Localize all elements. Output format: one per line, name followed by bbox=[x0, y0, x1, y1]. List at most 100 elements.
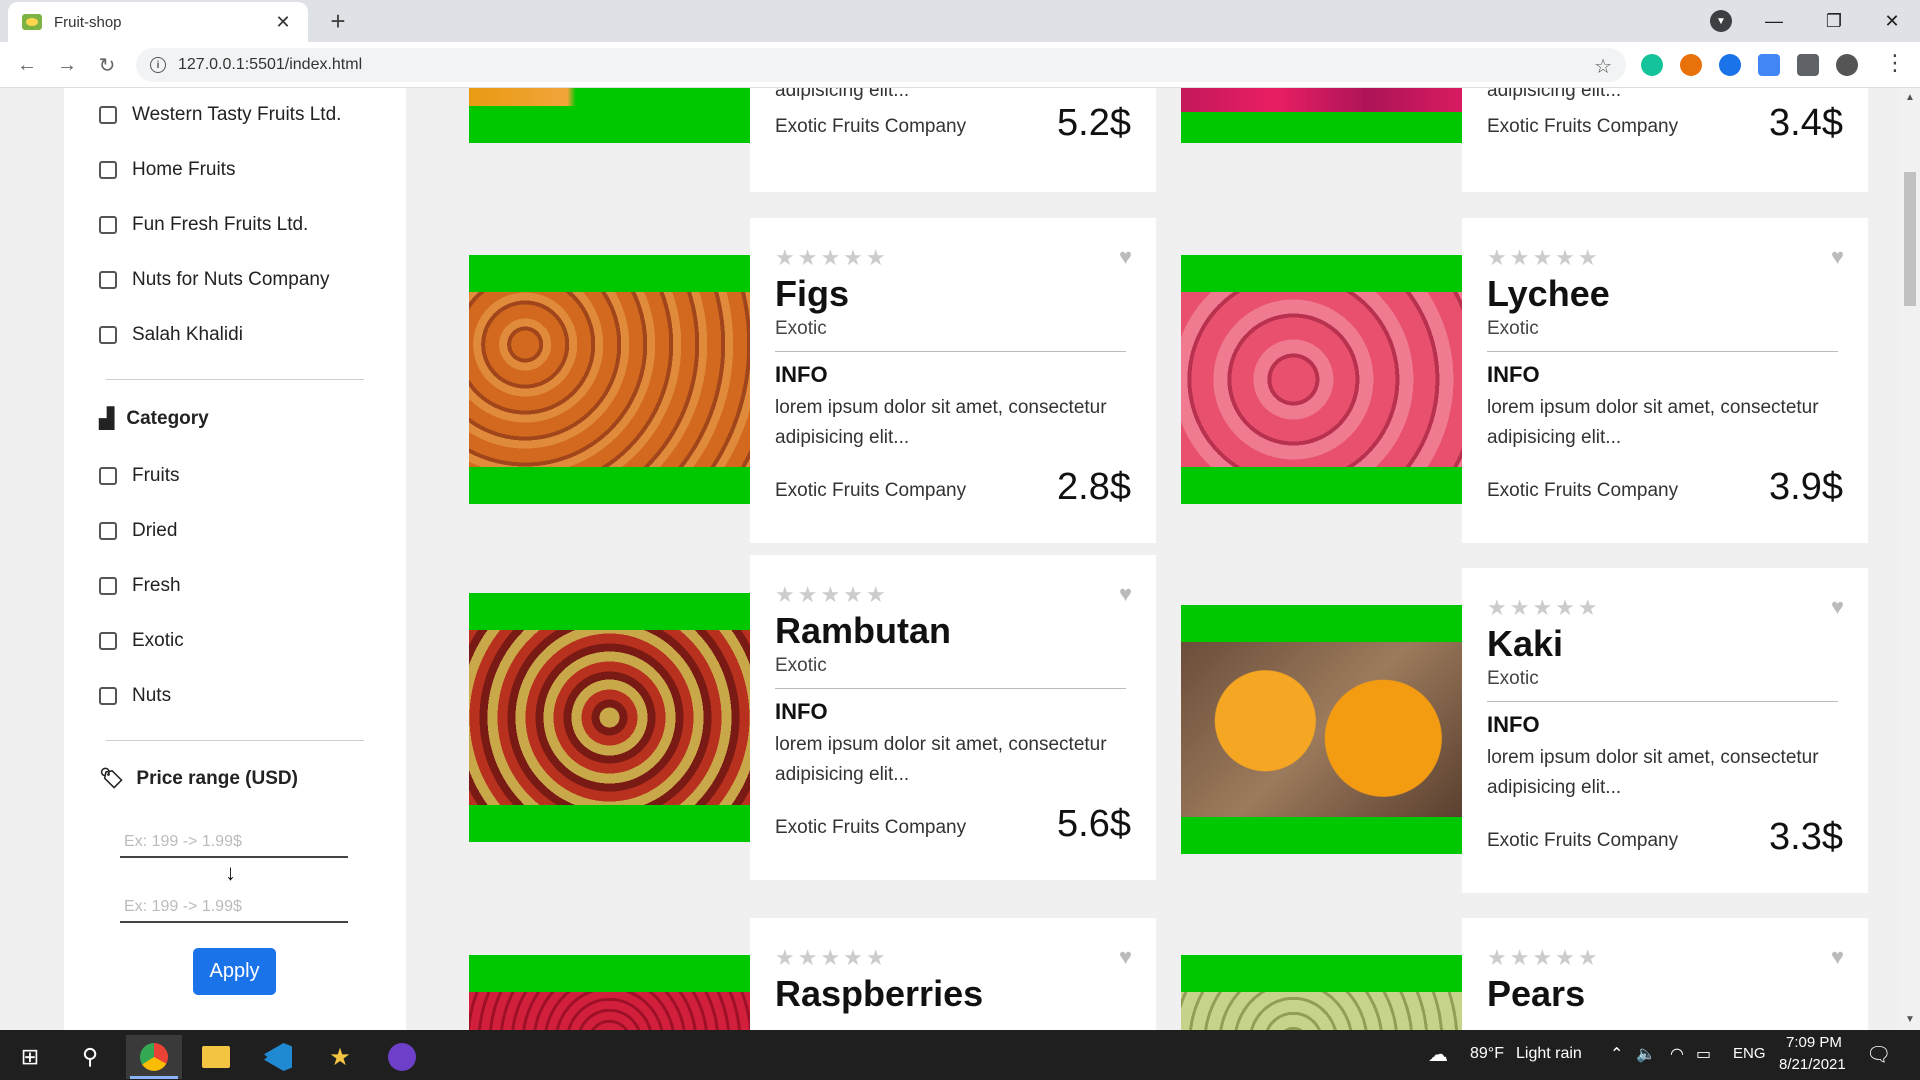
product-image-figs[interactable] bbox=[469, 255, 750, 504]
star-app-icon[interactable]: ★ bbox=[312, 1035, 368, 1079]
url-text: 127.0.0.1:5501/index.html bbox=[178, 56, 363, 73]
favorite-heart-icon[interactable]: ♥ bbox=[1119, 944, 1132, 970]
category-filter-fresh[interactable]: Fresh bbox=[99, 575, 181, 597]
extension-icon[interactable] bbox=[1680, 54, 1702, 76]
grammarly-extension-icon[interactable] bbox=[1641, 54, 1663, 76]
address-bar[interactable]: i 127.0.0.1:5501/index.html ☆ bbox=[136, 48, 1626, 82]
rating-stars[interactable]: ★★★★★ bbox=[775, 945, 889, 971]
clock-date[interactable]: 8/21/2021 bbox=[1779, 1056, 1846, 1073]
product-image-kaki[interactable] bbox=[1181, 605, 1462, 854]
product-company: Exotic Fruits Company bbox=[775, 817, 967, 838]
checkbox-label: Salah Khalidi bbox=[132, 324, 243, 345]
chrome-taskbar-icon[interactable] bbox=[126, 1035, 182, 1079]
product-image-lychee[interactable] bbox=[1181, 255, 1462, 504]
windows-start-icon[interactable]: ⊞ bbox=[2, 1035, 58, 1079]
category-filter-exotic[interactable]: Exotic bbox=[99, 630, 184, 652]
tab-search-icon[interactable]: ▼ bbox=[1710, 10, 1732, 32]
close-tab-icon[interactable]: ✕ bbox=[272, 12, 294, 33]
product-company: Exotic Fruits Company bbox=[1487, 830, 1679, 851]
product-company: Exotic Fruits Company bbox=[1487, 116, 1679, 137]
product-image-pears[interactable] bbox=[1181, 955, 1462, 1030]
checkbox-label: Exotic bbox=[132, 630, 184, 651]
apply-button[interactable]: Apply bbox=[193, 948, 276, 995]
info-label: INFO bbox=[1487, 362, 1540, 387]
product-name: Rambutan bbox=[775, 610, 952, 651]
vscode-icon[interactable] bbox=[250, 1035, 306, 1079]
profile-avatar[interactable] bbox=[1836, 54, 1858, 76]
checkbox[interactable] bbox=[99, 632, 117, 650]
product-image-partial[interactable] bbox=[469, 88, 750, 143]
favorite-heart-icon[interactable]: ♥ bbox=[1119, 581, 1132, 607]
favorite-heart-icon[interactable]: ♥ bbox=[1119, 244, 1132, 270]
checkbox[interactable] bbox=[99, 577, 117, 595]
checkbox[interactable] bbox=[99, 161, 117, 179]
translate-extension-icon[interactable] bbox=[1758, 54, 1780, 76]
search-icon[interactable]: ⚲ bbox=[62, 1035, 118, 1079]
checkbox[interactable] bbox=[99, 326, 117, 344]
scroll-up-arrow-icon[interactable]: ▲ bbox=[1905, 92, 1915, 103]
browser-tab[interactable]: Fruit-shop ✕ bbox=[8, 2, 308, 42]
checkbox[interactable] bbox=[99, 271, 117, 289]
chevron-up-icon[interactable]: ⌃ bbox=[1610, 1044, 1623, 1064]
battery-icon[interactable]: ▭ bbox=[1696, 1044, 1711, 1064]
back-arrow-icon[interactable]: ← bbox=[12, 50, 42, 80]
weather-temp[interactable]: 89°F bbox=[1470, 1045, 1504, 1063]
checkbox[interactable] bbox=[99, 106, 117, 124]
max-price-input[interactable] bbox=[120, 893, 348, 923]
reload-icon[interactable]: ↻ bbox=[92, 50, 122, 80]
product-image-raspberries[interactable] bbox=[469, 955, 750, 1030]
favorite-heart-icon[interactable]: ♥ bbox=[1831, 594, 1844, 620]
product-company: Exotic Fruits Company bbox=[775, 116, 967, 137]
github-desktop-icon[interactable] bbox=[374, 1035, 430, 1079]
checkbox[interactable] bbox=[99, 522, 117, 540]
restore-icon[interactable]: ❐ bbox=[1806, 0, 1862, 42]
checkbox-label: Fun Fresh Fruits Ltd. bbox=[132, 214, 309, 235]
rating-stars[interactable]: ★★★★★ bbox=[775, 582, 889, 608]
price-title: Price range (USD) bbox=[136, 767, 298, 789]
bookmark-star-icon[interactable]: ☆ bbox=[1594, 54, 1612, 79]
product-image-rambutan[interactable] bbox=[469, 593, 750, 842]
company-filter-western[interactable]: Western Tasty Fruits Ltd. bbox=[99, 104, 341, 126]
company-filter-home[interactable]: Home Fruits bbox=[99, 159, 235, 181]
product-image-partial[interactable] bbox=[1181, 88, 1462, 143]
rating-stars[interactable]: ★★★★★ bbox=[775, 245, 889, 271]
extension-icon[interactable] bbox=[1719, 54, 1741, 76]
rating-stars[interactable]: ★★★★★ bbox=[1487, 595, 1601, 621]
category-filter-nuts[interactable]: Nuts bbox=[99, 685, 171, 707]
min-price-input[interactable] bbox=[120, 828, 348, 858]
product-description: lorem ipsum dolor sit amet, consectetur … bbox=[775, 397, 1107, 448]
page-scrollbar[interactable]: ▲ ▼ bbox=[1900, 88, 1920, 1030]
product-card-pears: ★★★★★ ♥ Pears bbox=[1462, 918, 1868, 1030]
rating-stars[interactable]: ★★★★★ bbox=[1487, 245, 1601, 271]
new-tab-button[interactable]: + bbox=[322, 6, 354, 37]
company-filter-fun-fresh[interactable]: Fun Fresh Fruits Ltd. bbox=[99, 214, 308, 236]
company-filter-salah[interactable]: Salah Khalidi bbox=[99, 324, 243, 346]
rating-stars[interactable]: ★★★★★ bbox=[1487, 945, 1601, 971]
favorite-heart-icon[interactable]: ♥ bbox=[1831, 944, 1844, 970]
window-close-icon[interactable]: ✕ bbox=[1864, 0, 1920, 42]
forward-arrow-icon[interactable]: → bbox=[52, 50, 82, 80]
product-category: Exotic bbox=[775, 655, 827, 676]
wifi-icon[interactable]: ◠ bbox=[1670, 1044, 1684, 1064]
favorite-heart-icon[interactable]: ♥ bbox=[1831, 244, 1844, 270]
scroll-thumb[interactable] bbox=[1904, 172, 1916, 306]
chrome-menu-icon[interactable]: ⋮ bbox=[1884, 50, 1906, 76]
category-filter-dried[interactable]: Dried bbox=[99, 520, 177, 542]
checkbox[interactable] bbox=[99, 687, 117, 705]
volume-icon[interactable]: 🔈 bbox=[1636, 1044, 1656, 1064]
notifications-icon[interactable]: 🗨 bbox=[1866, 1042, 1891, 1067]
checkbox[interactable] bbox=[99, 467, 117, 485]
weather-description[interactable]: Light rain bbox=[1516, 1045, 1582, 1063]
cloud-rain-icon: ☁ bbox=[1428, 1044, 1448, 1066]
language-indicator[interactable]: ENG bbox=[1733, 1045, 1766, 1062]
category-filter-fruits[interactable]: Fruits bbox=[99, 465, 180, 487]
file-explorer-icon[interactable] bbox=[188, 1035, 244, 1079]
scroll-down-arrow-icon[interactable]: ▼ bbox=[1905, 1014, 1915, 1025]
puzzle-extensions-icon[interactable] bbox=[1797, 54, 1819, 76]
minimize-icon[interactable]: — bbox=[1746, 0, 1802, 42]
clock-time[interactable]: 7:09 PM bbox=[1786, 1034, 1842, 1051]
checkbox[interactable] bbox=[99, 216, 117, 234]
site-info-icon[interactable]: i bbox=[150, 57, 166, 73]
figs-photo bbox=[469, 292, 750, 467]
company-filter-nuts[interactable]: Nuts for Nuts Company bbox=[99, 269, 329, 291]
